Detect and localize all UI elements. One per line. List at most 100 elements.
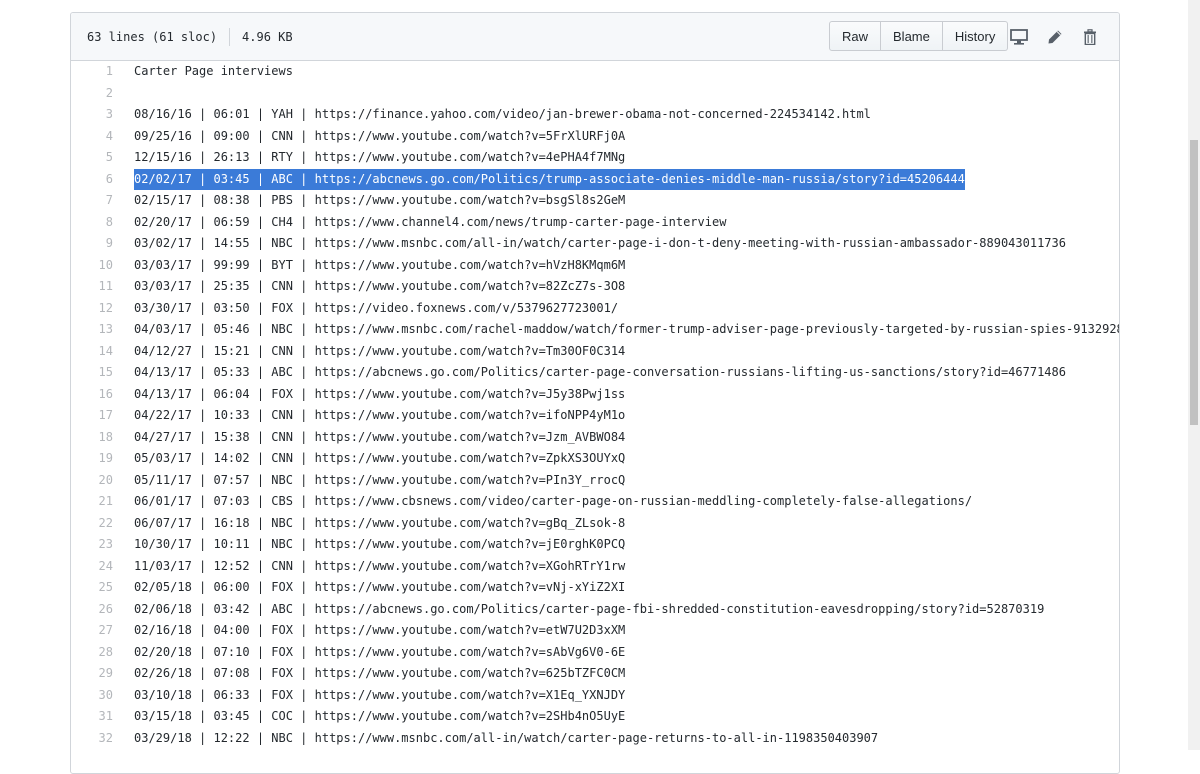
line-content: 11/03/17 | 12:52 | CNN | https://www.you… xyxy=(134,558,626,573)
line-number[interactable]: 20 xyxy=(71,470,113,492)
line-number[interactable]: 22 xyxy=(71,513,113,535)
line-number[interactable]: 25 xyxy=(71,577,113,599)
line-content: 12/15/16 | 26:13 | RTY | https://www.you… xyxy=(134,150,626,164)
line-number[interactable]: 27 xyxy=(71,620,113,642)
line-number[interactable]: 13 xyxy=(71,319,113,341)
line-number[interactable]: 32 xyxy=(71,728,113,750)
line-content: 04/13/17 | 05:33 | ABC | https://abcnews… xyxy=(134,365,1066,379)
code-line: 14 04/12/27 | 15:21 | CNN | https://www.y… xyxy=(71,341,1119,363)
line-number[interactable]: 15 xyxy=(71,362,113,384)
line-content: 03/03/17 | 99:99 | BYT | https://www.you… xyxy=(134,257,626,272)
line-number[interactable]: 5 xyxy=(71,147,113,169)
code-line: 9 03/02/17 | 14:55 | NBC | https://www.ms… xyxy=(71,233,1119,255)
scrollbar-thumb[interactable] xyxy=(1190,140,1198,425)
line-number[interactable]: 2 xyxy=(71,83,113,105)
code-line: 29 02/26/18 | 07:08 | FOX | https://www.y… xyxy=(71,663,1119,685)
line-count: 63 lines (61 sloc) xyxy=(87,29,218,44)
code-line: 23 10/30/17 | 10:11 | NBC | https://www.y… xyxy=(71,534,1119,556)
file-header: 63 lines (61 sloc) 4.96 KB Raw Blame His… xyxy=(71,13,1119,61)
line-number[interactable]: 26 xyxy=(71,599,113,621)
line-number[interactable]: 14 xyxy=(71,341,113,363)
line-number[interactable]: 28 xyxy=(71,642,113,664)
code-line: 26 02/06/18 | 03:42 | ABC | https://abcne… xyxy=(71,599,1119,621)
line-content: 02/20/17 | 06:59 | CH4 | https://www.cha… xyxy=(134,214,727,229)
code-line: 3 08/16/16 | 06:01 | YAH | https://financ… xyxy=(71,104,1119,126)
line-content: 02/05/18 | 06:00 | FOX | https://www.you… xyxy=(134,580,626,594)
line-content: 10/30/17 | 10:11 | NBC | https://www.you… xyxy=(134,537,626,551)
line-number[interactable]: 3 xyxy=(71,104,113,126)
code-line: 19 05/03/17 | 14:02 | CNN | https://www.y… xyxy=(71,448,1119,470)
line-number[interactable]: 4 xyxy=(71,126,113,148)
code-line: 12 03/30/17 | 03:50 | FOX | https://video… xyxy=(71,298,1119,320)
line-number[interactable]: 9 xyxy=(71,233,113,255)
line-content: 03/29/18 | 12:22 | NBC | https://www.msn… xyxy=(134,730,879,745)
code-line: 8 02/20/17 | 06:59 | CH4 | https://www.ch… xyxy=(71,212,1119,234)
line-content: 04/03/17 | 05:46 | NBC | https://www.msn… xyxy=(134,322,1120,336)
line-content: 04/27/17 | 15:38 | CNN | https://www.you… xyxy=(134,429,626,444)
line-number[interactable]: 21 xyxy=(71,491,113,513)
line-number[interactable]: 7 xyxy=(71,190,113,212)
line-number[interactable]: 12 xyxy=(71,298,113,320)
file-info-divider xyxy=(229,27,231,46)
line-content: Carter Page interviews xyxy=(134,64,293,78)
line-number[interactable]: 23 xyxy=(71,534,113,556)
line-content: 02/15/17 | 08:38 | PBS | https://www.you… xyxy=(134,193,626,207)
history-button[interactable]: History xyxy=(942,21,1009,51)
line-content: 03/10/18 | 06:33 | FOX | https://www.you… xyxy=(134,687,626,702)
pencil-icon[interactable] xyxy=(1044,26,1066,48)
code-line: 13 04/03/17 | 05:46 | NBC | https://www.m… xyxy=(71,319,1120,341)
code-line: 1 Carter Page interviews xyxy=(71,61,1119,83)
line-number[interactable]: 16 xyxy=(71,384,113,406)
code-line: 17 04/22/17 | 10:33 | CNN | https://www.y… xyxy=(71,405,1119,427)
code-line: 20 05/11/17 | 07:57 | NBC | https://www.y… xyxy=(71,470,1119,492)
line-content: 03/03/17 | 25:35 | CNN | https://www.you… xyxy=(134,279,626,293)
code-line: 6 02/02/17 | 03:45 | ABC | https://abcnew… xyxy=(71,168,1119,191)
line-number[interactable]: 31 xyxy=(71,706,113,728)
line-number[interactable]: 1 xyxy=(71,61,113,83)
desktop-icon[interactable] xyxy=(1008,26,1030,48)
line-number[interactable]: 6 xyxy=(71,169,113,191)
code-line: 32 03/29/18 | 12:22 | NBC | https://www.m… xyxy=(71,728,1119,750)
line-content: 02/02/17 | 03:45 | ABC | https://abcnews… xyxy=(134,168,965,190)
line-content: 06/07/17 | 16:18 | NBC | https://www.you… xyxy=(134,515,626,530)
line-content: 03/15/18 | 03:45 | COC | https://www.you… xyxy=(134,709,626,723)
code-line: 5 12/15/16 | 26:13 | RTY | https://www.yo… xyxy=(71,147,1119,169)
line-number[interactable]: 24 xyxy=(71,556,113,578)
code-line: 18 04/27/17 | 15:38 | CNN | https://www.y… xyxy=(71,427,1119,449)
line-content: 02/26/18 | 07:08 | FOX | https://www.you… xyxy=(134,666,626,680)
line-content: 08/16/16 | 06:01 | YAH | https://finance… xyxy=(134,107,871,121)
blame-button[interactable]: Blame xyxy=(881,21,943,51)
code-line: 15 04/13/17 | 05:33 | ABC | https://abcne… xyxy=(71,362,1119,384)
code-line: 31 03/15/18 | 03:45 | COC | https://www.y… xyxy=(71,706,1119,728)
code-line: 7 02/15/17 | 08:38 | PBS | https://www.yo… xyxy=(71,190,1119,212)
line-number[interactable]: 8 xyxy=(71,212,113,234)
line-number[interactable]: 29 xyxy=(71,663,113,685)
code-line: 22 06/07/17 | 16:18 | NBC | https://www.y… xyxy=(71,513,1119,535)
code-line: 28 02/20/18 | 07:10 | FOX | https://www.y… xyxy=(71,642,1119,664)
line-number[interactable]: 11 xyxy=(71,276,113,298)
code-line: 27 02/16/18 | 04:00 | FOX | https://www.y… xyxy=(71,620,1119,642)
line-content: 02/16/18 | 04:00 | FOX | https://www.you… xyxy=(134,623,626,637)
line-content: 04/12/27 | 15:21 | CNN | https://www.you… xyxy=(134,343,626,358)
code-line: 10 03/03/17 | 99:99 | BYT | https://www.y… xyxy=(71,255,1119,277)
line-content: 06/01/17 | 07:03 | CBS | https://www.cbs… xyxy=(134,494,973,508)
line-number[interactable]: 17 xyxy=(71,405,113,427)
code-line: 11 03/03/17 | 25:35 | CNN | https://www.y… xyxy=(71,276,1119,298)
file-info: 63 lines (61 sloc) 4.96 KB xyxy=(87,13,293,60)
line-content: 03/02/17 | 14:55 | NBC | https://www.msn… xyxy=(134,236,1066,250)
line-number[interactable]: 30 xyxy=(71,685,113,707)
line-number[interactable]: 18 xyxy=(71,427,113,449)
line-content: 05/11/17 | 07:57 | NBC | https://www.you… xyxy=(134,472,626,487)
line-number[interactable]: 19 xyxy=(71,448,113,470)
line-content: 04/22/17 | 10:33 | CNN | https://www.you… xyxy=(134,408,626,422)
file-actions: Raw Blame History xyxy=(829,21,1009,51)
line-number[interactable]: 10 xyxy=(71,255,113,277)
page-scrollbar[interactable] xyxy=(1188,0,1200,750)
trash-icon[interactable] xyxy=(1079,26,1101,48)
code-line: 30 03/10/18 | 06:33 | FOX | https://www.y… xyxy=(71,685,1119,707)
line-content: 09/25/16 | 09:00 | CNN | https://www.you… xyxy=(134,128,626,143)
code-line: 21 06/01/17 | 07:03 | CBS | https://www.c… xyxy=(71,491,1119,513)
code-line: 4 09/25/16 | 09:00 | CNN | https://www.yo… xyxy=(71,126,1119,148)
line-content: 03/30/17 | 03:50 | FOX | https://video.f… xyxy=(134,300,619,315)
raw-button[interactable]: Raw xyxy=(829,21,882,51)
